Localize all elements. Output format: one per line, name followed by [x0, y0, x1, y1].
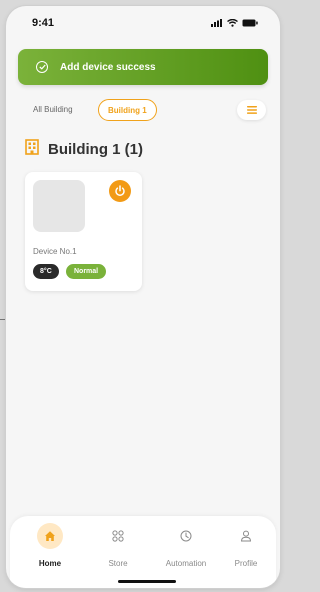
check-circle-icon	[36, 61, 48, 73]
tab-all-building[interactable]: All Building	[33, 105, 73, 114]
nav-store-label: Store	[108, 559, 128, 568]
success-toast: Add device success	[18, 49, 268, 85]
building-tabs: All Building Building 1	[6, 99, 280, 123]
home-icon	[37, 523, 63, 549]
nav-home-label: Home	[38, 559, 62, 568]
signal-icon	[211, 19, 222, 27]
profile-icon	[233, 523, 259, 549]
status-icons	[211, 19, 258, 27]
nav-automation[interactable]: Automation	[156, 523, 216, 568]
status-badge: Normal	[66, 264, 107, 279]
wifi-icon	[227, 19, 238, 27]
power-button[interactable]	[109, 180, 131, 202]
menu-button[interactable]	[237, 100, 266, 120]
store-icon	[105, 523, 131, 549]
nav-store[interactable]: Store	[88, 523, 148, 568]
section-title-text: Building 1 (1)	[48, 140, 143, 158]
nav-automation-label: Automation	[165, 559, 207, 568]
device-card[interactable]: Device No.1 8°C Normal	[25, 172, 142, 291]
nav-home[interactable]: Home	[20, 523, 80, 568]
nav-profile[interactable]: Profile	[216, 523, 276, 568]
home-indicator	[118, 580, 176, 583]
temperature-badge: 8°C	[33, 264, 59, 279]
phone-screen: 9:41 Add device success All Building Bui…	[6, 6, 280, 588]
section-title: Building 1 (1)	[25, 139, 143, 159]
status-time: 9:41	[32, 17, 55, 29]
device-thumbnail	[33, 180, 85, 232]
device-name: Device No.1	[33, 247, 77, 256]
bottom-nav: Home Store Automation Profile	[10, 516, 276, 588]
battery-icon	[242, 19, 258, 27]
tab-building-1[interactable]: Building 1	[98, 99, 157, 121]
automation-icon	[173, 523, 199, 549]
menu-icon	[246, 106, 257, 114]
building-icon	[25, 139, 39, 159]
status-bar: 9:41	[6, 6, 280, 40]
nav-profile-label: Profile	[234, 559, 258, 568]
power-icon	[115, 185, 125, 196]
toast-message: Add device success	[60, 61, 156, 73]
